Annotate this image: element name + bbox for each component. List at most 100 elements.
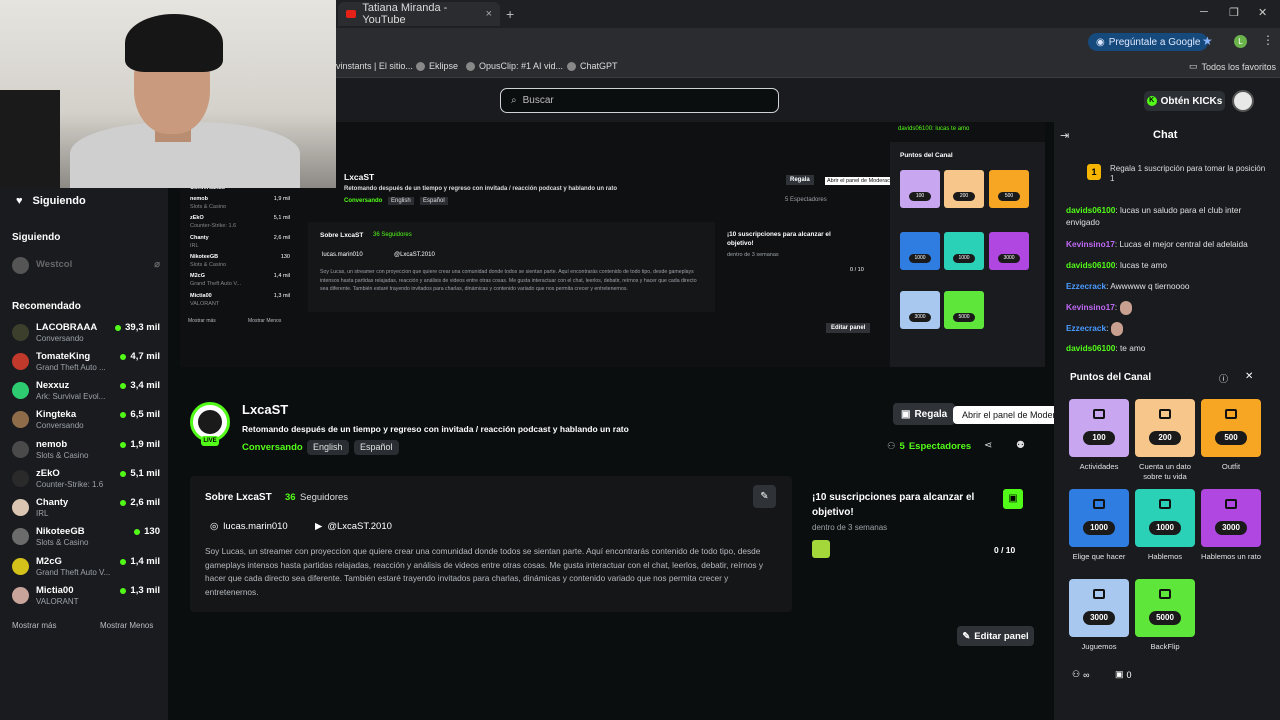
bookmark-item[interactable]: OpusClip: #1 AI vid...: [466, 61, 563, 71]
reward-icon: [1225, 409, 1237, 419]
collapse-chat-icon[interactable]: ⇥: [1060, 129, 1069, 142]
tag-espanol[interactable]: Español: [354, 440, 399, 455]
viewer-count: 2,6 mil: [120, 497, 160, 508]
reward-tile[interactable]: 500: [1201, 399, 1261, 457]
moderation-icon[interactable]: ⚉: [1016, 440, 1025, 451]
reward-tile[interactable]: 1000: [1069, 489, 1129, 547]
viewer-count: 4,7 mil: [120, 351, 160, 362]
preview-sidebar-item: Chanty IRL 2,6 mil: [190, 235, 290, 249]
new-tab-button[interactable]: +: [506, 6, 514, 22]
chat-message[interactable]: Ezzecrack: Awwwww q tiernoooo: [1066, 281, 1271, 293]
chat-message[interactable]: davids06100: lucas un saludo para el clu…: [1066, 205, 1271, 228]
reward-tile[interactable]: 3000: [1201, 489, 1261, 547]
preview-sidebar-item: NikoteeGB Slots & Casino 130: [190, 254, 290, 268]
sidebar-item-westcol[interactable]: Westcol ⌀: [12, 253, 160, 279]
sidebar-item-zeko[interactable]: zEkO Counter-Strike: 1.6 5,1 mil: [12, 466, 160, 492]
sidebar-item-nikoteegb[interactable]: NikoteeGB Slots & Casino 130: [12, 524, 160, 550]
goal-gift-button[interactable]: ▣: [1003, 489, 1023, 509]
instagram-link[interactable]: ◎ lucas.marin010: [210, 521, 288, 532]
chat-username[interactable]: Kevinsino17: [1066, 239, 1115, 249]
live-dot-icon: [120, 558, 127, 565]
preview-reward-cost: 1000: [953, 254, 975, 263]
sidebar-item-m2cg[interactable]: M2cG Grand Theft Auto V... 1,4 mil: [12, 554, 160, 580]
chat-username[interactable]: davids06100: [1066, 260, 1115, 270]
search-input[interactable]: ⌕ Buscar: [500, 88, 779, 113]
reward-tile[interactable]: 100: [1069, 399, 1129, 457]
bookmark-item[interactable]: Eklipse: [416, 61, 458, 71]
reward-tile[interactable]: 1000: [1135, 489, 1195, 547]
channel-name: Nexxuz: [36, 380, 70, 391]
pinned-message[interactable]: Regala 1 suscripción para tomar la posic…: [1110, 164, 1270, 184]
ask-google-button[interactable]: ◉ Pregúntale a Google: [1088, 33, 1209, 51]
youtube-link[interactable]: ▶ @LxcaST.2010: [315, 521, 392, 532]
sidebar-item-chanty[interactable]: Chanty IRL 2,6 mil: [12, 495, 160, 521]
minimize-button[interactable]: ─: [1200, 6, 1208, 18]
reward-label: BackFlip: [1150, 642, 1180, 651]
live-dot-icon: [120, 411, 127, 418]
chat-username[interactable]: Kevinsino17: [1066, 302, 1115, 312]
instagram-icon: ◎: [210, 521, 219, 532]
sidebar-item-kingteka[interactable]: Kingteka Conversando 6,5 mil: [12, 407, 160, 433]
channel-name[interactable]: LxcaST: [242, 402, 288, 417]
tag-english[interactable]: English: [307, 440, 349, 455]
preview-sidebar-viewers: 130: [280, 254, 290, 260]
preview-sidebar-item: nemob Slots & Casino 1,9 mil: [190, 196, 290, 210]
sidebar-item-nemob[interactable]: nemob Slots & Casino 1,9 mil: [12, 437, 160, 463]
sidebar-following-header[interactable]: ♥ Siguiendo: [16, 195, 86, 207]
chat-message[interactable]: davids06100: lucas te amo: [1066, 260, 1271, 272]
chat-username[interactable]: davids06100: [1066, 343, 1115, 353]
sidebar-item-mictia00[interactable]: Mictia00 VALORANT 1,3 mil: [12, 583, 160, 609]
chat-message[interactable]: davids06100: te amo: [1066, 343, 1271, 355]
user-avatar[interactable]: [1232, 90, 1254, 112]
channel-category: Counter-Strike: 1.6: [36, 480, 104, 489]
tab-close-icon[interactable]: ×: [486, 8, 492, 20]
browser-tab[interactable]: Tatiana Miranda - YouTube ×: [338, 2, 500, 26]
gift-icon: ▣: [1115, 669, 1124, 679]
menu-kebab-icon[interactable]: ⋮: [1262, 33, 1274, 47]
live-dot-icon: [120, 441, 127, 448]
chat-message[interactable]: Kevinsino17:: [1066, 301, 1271, 315]
chat-title: Chat: [1153, 129, 1178, 141]
chat-message[interactable]: Kevinsino17: Lucas el mejor central del …: [1066, 239, 1271, 251]
webcam-cap: [125, 14, 223, 72]
preview-reward-tile: 200: [944, 170, 984, 208]
preview-youtube: @LxcaST.2010: [394, 252, 435, 258]
chat-message[interactable]: Ezzecrack:: [1066, 322, 1271, 336]
chat-username[interactable]: Ezzecrack: [1066, 323, 1106, 333]
bookmark-star-icon[interactable]: ★: [1202, 34, 1213, 48]
get-kicks-button[interactable]: K Obtén KICKs: [1144, 91, 1225, 111]
edit-panel-button[interactable]: ✎ Editar panel: [957, 626, 1034, 646]
preview-viewers: 5 Espectadores: [785, 197, 827, 203]
sidebar-item-nexxuz[interactable]: Nexxuz Ark: Survival Evol... 3,4 mil: [12, 378, 160, 404]
reward-tile[interactable]: 3000: [1069, 579, 1129, 637]
about-title: Sobre LxcaST: [205, 492, 272, 503]
gift-sub-button[interactable]: ▣ Regala: [893, 403, 955, 425]
stream-category[interactable]: Conversando: [242, 442, 303, 453]
preview-reward-cost: 100: [909, 192, 931, 201]
close-icon[interactable]: ✕: [1245, 371, 1253, 382]
preview-tag: English: [388, 197, 414, 205]
maximize-button[interactable]: ❐: [1229, 6, 1239, 19]
all-bookmarks[interactable]: ▭ Todos los favoritos: [1189, 61, 1276, 72]
edit-pencil-button[interactable]: ✎: [753, 485, 776, 508]
show-more-link[interactable]: Mostrar más: [12, 621, 56, 630]
avatar: [12, 528, 29, 545]
close-window-button[interactable]: ✕: [1258, 6, 1267, 19]
chat-username[interactable]: davids06100: [1066, 205, 1115, 215]
preview-reward-tile: 500: [989, 170, 1029, 208]
share-icon[interactable]: ⋖: [984, 440, 992, 451]
avatar: [12, 353, 29, 370]
info-icon[interactable]: ⓘ: [1219, 372, 1228, 385]
sidebar-item-tomateking[interactable]: TomateKing Grand Theft Auto ... 4,7 mil: [12, 349, 160, 375]
reward-tile[interactable]: 5000: [1135, 579, 1195, 637]
chat-username[interactable]: Ezzecrack: [1066, 281, 1106, 291]
bookmark-item[interactable]: ChatGPT: [567, 61, 618, 71]
opusclip-icon: [466, 61, 475, 71]
heart-icon: ♥: [16, 195, 23, 207]
reward-tile[interactable]: 200: [1135, 399, 1195, 457]
profile-avatar[interactable]: L: [1234, 35, 1247, 48]
preview-show-less: Mostrar Menos: [248, 318, 282, 324]
sidebar-item-lacobraaa[interactable]: LACOBRAAA Conversando 39,3 mil: [12, 320, 160, 346]
bookmark-item[interactable]: vinstants | El sitio...: [336, 61, 413, 71]
show-less-link[interactable]: Mostrar Menos: [100, 621, 153, 630]
